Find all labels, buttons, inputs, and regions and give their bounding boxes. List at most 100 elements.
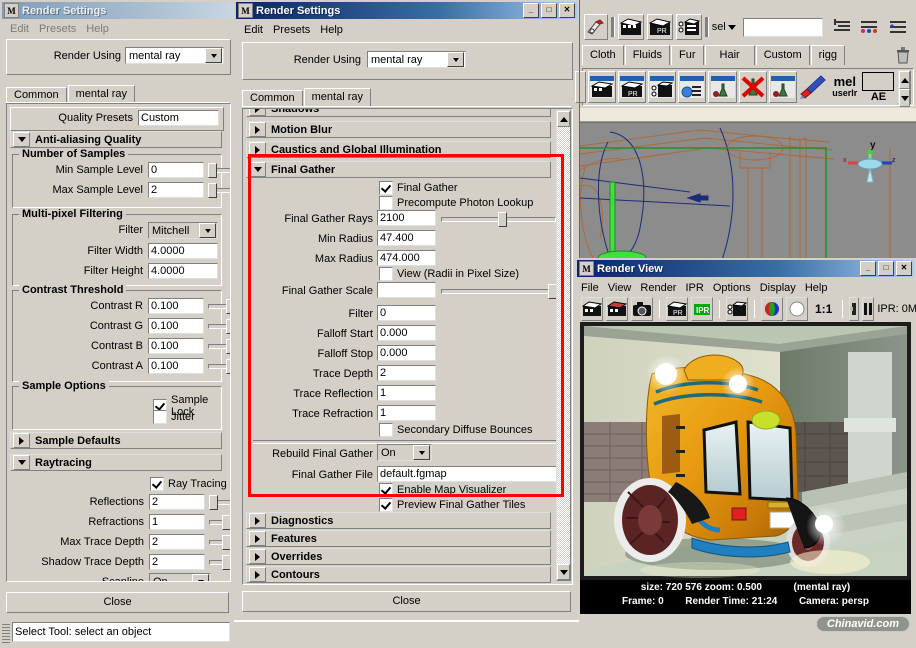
min-sample-level-input[interactable]: 0 [148, 162, 204, 178]
filter-dropdown[interactable]: Mitchell [148, 222, 218, 239]
reflections-slider[interactable] [209, 495, 230, 510]
contrast-r-slider[interactable] [208, 299, 230, 314]
attribute-editor-layout-icon[interactable] [829, 14, 855, 40]
render-using-dropdown[interactable]: mental ray [125, 47, 224, 64]
menu-presets[interactable]: Presets [39, 23, 76, 35]
contrast-r-input[interactable]: 0.100 [148, 298, 204, 314]
chevron-right-icon[interactable] [249, 567, 266, 582]
chevron-down-icon[interactable] [205, 48, 222, 63]
persp-wireframe-viewport[interactable]: y x z [580, 108, 916, 260]
selection-field[interactable] [742, 17, 823, 37]
contrast-b-slider[interactable] [208, 339, 230, 354]
ae-icon[interactable]: AE [862, 71, 895, 103]
section-final-gather[interactable]: Final Gather [246, 161, 551, 178]
chevron-right-icon[interactable] [13, 433, 30, 448]
ipr-refresh-icon[interactable]: IPR [691, 297, 713, 321]
contrast-b-input[interactable]: 0.100 [148, 338, 204, 354]
chevron-down-icon[interactable] [192, 574, 209, 581]
mid-window-buttons[interactable]: _ □ ✕ [523, 3, 575, 18]
shelf-tabs[interactable]: Cloth Fluids Fur Hair Custom rigg [582, 44, 914, 66]
shadow-trace-depth-input[interactable]: 2 [149, 554, 205, 570]
maximize-button[interactable]: □ [878, 261, 894, 276]
shelf-tab-custom[interactable]: Custom [755, 45, 810, 65]
chevron-down-icon[interactable] [727, 24, 736, 30]
precompute-photon-lookup-checkbox[interactable]: Precompute Photon Lookup [379, 196, 533, 210]
paint-effects-brush-icon[interactable] [799, 71, 827, 103]
menu-file[interactable]: File [581, 282, 599, 294]
minimize-button[interactable]: _ [860, 261, 876, 276]
chevron-down-icon[interactable] [447, 52, 464, 67]
shelf-tab-fur[interactable]: Fur [671, 45, 704, 65]
shelf-scroll-down-button[interactable] [899, 89, 910, 107]
tab-mental-ray[interactable]: mental ray [67, 85, 135, 103]
shelf-scrollbar[interactable] [898, 70, 911, 107]
enable-map-visualizer-checkbox[interactable]: Enable Map Visualizer [379, 483, 506, 497]
final-gather-checkbox[interactable]: Final Gather [379, 181, 458, 195]
left-tabs[interactable]: Common mental ray [6, 85, 229, 103]
snapshot-icon[interactable] [631, 297, 653, 321]
shadow-trace-depth-slider[interactable] [209, 555, 230, 570]
left-close-button[interactable]: Close [6, 592, 229, 613]
menu-help[interactable]: Help [320, 24, 343, 36]
scroll-up-button[interactable] [557, 111, 570, 127]
render-view-menubar[interactable]: File View Render IPR Options Display Hel… [577, 279, 914, 296]
menu-ipr[interactable]: IPR [685, 282, 703, 294]
menu-display[interactable]: Display [760, 282, 796, 294]
scanline-dropdown[interactable]: On [149, 573, 211, 581]
final-gather-scale-input[interactable] [377, 282, 436, 298]
section-shadows[interactable]: Shadows [246, 109, 551, 117]
menu-edit[interactable]: Edit [10, 23, 29, 35]
render-current-frame-icon[interactable] [587, 71, 616, 103]
section-motion-blur[interactable]: Motion Blur [246, 121, 551, 138]
render-ipr-icon[interactable]: PR [646, 14, 674, 40]
filter-height-input[interactable]: 4.0000 [148, 263, 218, 279]
contrast-a-input[interactable]: 0.100 [148, 358, 204, 374]
pause-icon[interactable] [862, 297, 875, 321]
refractions-slider[interactable] [209, 515, 230, 530]
chevron-down-icon[interactable] [199, 223, 216, 238]
close-button[interactable]: ✕ [559, 3, 575, 18]
contrast-g-slider[interactable] [208, 319, 230, 334]
outliner-layout-icon[interactable] [886, 14, 912, 40]
mid-vertical-scrollbar[interactable] [556, 110, 571, 581]
fg-filter-input[interactable]: 0 [377, 305, 436, 321]
reflections-input[interactable]: 2 [149, 494, 205, 510]
preview-final-gather-tiles-checkbox[interactable]: Preview Final Gather Tiles [379, 498, 525, 512]
falloff-stop-input[interactable]: 0.000 [377, 345, 436, 361]
mel-userlr-icon[interactable]: mel userlr [829, 71, 860, 103]
max-sample-level-input[interactable]: 2 [148, 182, 204, 198]
ray-tracing-checkbox[interactable]: Ray Tracing [150, 477, 227, 491]
section-features[interactable]: Features [246, 530, 551, 547]
trace-refraction-input[interactable]: 1 [377, 405, 436, 421]
section-sample-defaults[interactable]: Sample Defaults [10, 432, 222, 449]
max-trace-depth-input[interactable]: 2 [149, 534, 205, 550]
minimize-button[interactable]: _ [523, 3, 539, 18]
mid-settings-scroll[interactable]: Shadows Motion Blur Caustics and Global … [242, 108, 573, 585]
final-gather-rays-input[interactable]: 2100 [377, 210, 436, 226]
menu-render[interactable]: Render [640, 282, 676, 294]
chevron-right-icon[interactable] [249, 142, 266, 157]
section-caustics-gi[interactable]: Caustics and Global Illumination [246, 141, 551, 158]
quality-presets-value[interactable]: Custom [138, 110, 219, 126]
contrast-g-input[interactable]: 0.100 [148, 318, 204, 334]
section-anti-aliasing[interactable]: Anti-aliasing Quality [10, 131, 222, 148]
section-raytracing[interactable]: Raytracing [10, 454, 222, 471]
shelf-icon-row[interactable]: PR mel userlr AE [575, 68, 914, 107]
filter-width-input[interactable]: 4.0000 [148, 243, 218, 259]
render-view-titlebar[interactable]: M Render View _ □ ✕ [577, 260, 914, 277]
section-diagnostics[interactable]: Diagnostics [246, 512, 551, 529]
chevron-down-icon[interactable] [13, 455, 30, 470]
tab-mental-ray[interactable]: mental ray [303, 88, 371, 106]
final-gather-file-input[interactable]: default.fgmap [377, 466, 557, 482]
falloff-start-input[interactable]: 0.000 [377, 325, 436, 341]
ipr-render-icon[interactable]: PR [666, 297, 688, 321]
left-settings-scroll[interactable]: Quality Presets Custom Anti-aliasing Qua… [6, 103, 231, 582]
menu-options[interactable]: Options [713, 282, 751, 294]
shelf-tab-cloth[interactable]: Cloth [582, 45, 624, 65]
shelf-tab-rigg[interactable]: rigg [810, 45, 845, 65]
chevron-right-icon[interactable] [249, 549, 266, 564]
menu-presets[interactable]: Presets [273, 24, 310, 36]
ipr-tune-region-icon[interactable] [849, 297, 860, 321]
status-grip[interactable] [2, 622, 10, 644]
min-sample-level-slider[interactable] [208, 163, 230, 178]
